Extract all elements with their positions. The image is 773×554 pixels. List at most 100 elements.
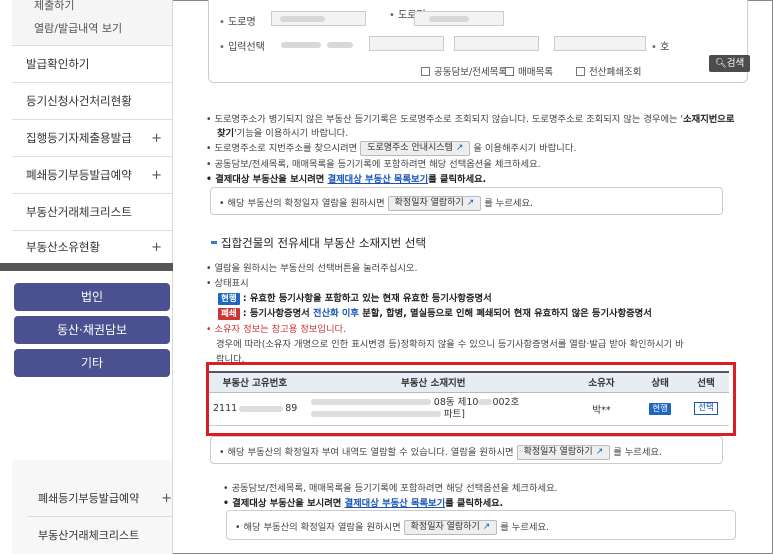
checkbox-joint-collateral[interactable]: 공동담보/전세목록	[421, 64, 507, 78]
status-badge-current: 현행	[218, 293, 240, 305]
sidebar-item-label: 부동산소유현황	[26, 240, 101, 254]
blurred-option	[281, 42, 321, 48]
sidebar-item-label: 폐쇄등기부등발급예약	[26, 168, 132, 182]
checkbox-label: 전산폐쇄조회	[589, 67, 642, 78]
confirm-date-box: • 해당 부동산의 확정일자 열람을 원하시면 확정일자 열람하기 ↗ 를 누르세…	[210, 187, 723, 215]
sidebar-item-label: 집행등기자제출용발급	[26, 131, 132, 145]
status-current-legend: 현행 : 유효한 등기사항을 포함하고 있는 현재 유효한 등기사항증명서	[218, 290, 492, 305]
blurred-option	[327, 42, 353, 48]
confirm-date-button-2[interactable]: 확정일자 열람하기 ↗	[516, 445, 611, 460]
note-text: 분할, 합병, 멸실등으로 인해 폐쇄되어 현재 유효하지 않은 등기사항증명서	[362, 308, 652, 319]
category-button-corporation[interactable]: 법인	[14, 283, 170, 311]
title-bar-icon	[211, 241, 217, 244]
note-road-address-cont: 찾기'기능을 이용하시기 바랍니다.	[217, 125, 348, 139]
note-text: 결제대상 부동산을 보시려면	[215, 174, 325, 185]
road-name-input[interactable]	[271, 11, 366, 26]
sidebar-item-checklist[interactable]: 부동산거래체크리스트	[12, 194, 172, 231]
sidebar-item-label: 등기신청사건처리현황	[26, 94, 132, 108]
confirm-date-box-3: • 해당 부동산의 확정일자 열람을 원하시면 확정일자 열람하기 ↗ 를 누르세…	[226, 510, 736, 540]
external-link-icon: ↗	[455, 143, 464, 153]
sidebar-sub-item[interactable]: 제출하기	[34, 0, 74, 13]
owner-note: • 소유자 정보는 참고용 정보입니다.	[206, 324, 347, 335]
category-button-other[interactable]: 기타	[14, 349, 170, 377]
note-text: : 등기사항증명서	[242, 308, 310, 319]
note-options: • 공동담보/전세목록, 매매목록을 등기기록에 포함하려면 해당 선택옵션을 …	[206, 159, 541, 170]
search-button-label: 검색	[726, 58, 745, 69]
external-link-icon: ↗	[466, 198, 475, 208]
checkbox-closed-search[interactable]: 전산폐쇄조회	[576, 64, 641, 78]
sidebar-item-case-status[interactable]: 등기신청사건처리현황	[12, 83, 172, 120]
plus-icon[interactable]: +	[151, 231, 162, 264]
lower-note-options: • 공동담보/전세목록, 매매목록을 등기기록에 포함하려면 해당 선택옵션을 …	[223, 483, 558, 494]
sidebar-item-label: 폐쇄등기부등발급예약	[38, 492, 140, 505]
sidebar-item-label: 발급확인하기	[26, 57, 90, 71]
note-text: 해당 부동산의 확정일자 부여 내역도 열람할 수 있습니다. 열람을 원하시면	[227, 447, 514, 458]
search-icon: 🔍︎	[714, 58, 727, 69]
road-name-label: 도로명	[219, 13, 256, 28]
plus-icon[interactable]: +	[151, 120, 162, 157]
search-button[interactable]: 🔍︎검색	[709, 55, 750, 72]
plus-icon[interactable]: +	[161, 480, 172, 517]
note-jibun: • 도로명주소로 지번주소를 찾으시려면 도로명주소 안내시스템 ↗ 을 이용해주…	[206, 141, 577, 156]
external-link-icon: ↗	[482, 522, 491, 532]
payment-list-link-2[interactable]: 결제대상 부동산 목록보기	[345, 498, 446, 509]
highlight-box	[206, 362, 736, 436]
button-label: 확정일자 열람하기	[394, 198, 464, 208]
ho-input[interactable]	[554, 36, 646, 51]
sidebar-item-closed-reservation[interactable]: 폐쇄등기부등발급예약 +	[12, 157, 172, 194]
plus-icon[interactable]: +	[151, 157, 162, 194]
sidebar-divider	[0, 263, 173, 271]
sidebar-sub-item[interactable]: 열람/발급내역 보기	[34, 20, 122, 36]
ho-suffix: 호	[651, 38, 669, 53]
note-text: '기능을 이용하시기 바랍니다.	[234, 128, 349, 139]
accuracy-note: 경우에 따라(소유자 개명으로 인한 표시변경 등)정확하지 않을 수 있으니 …	[216, 336, 684, 350]
checkbox-sales-list[interactable]: 매매목록	[505, 64, 553, 78]
note-text: 결제대상 부동산을 보시려면	[232, 498, 342, 509]
confirm-date-button[interactable]: 확정일자 열람하기 ↗	[387, 196, 482, 211]
status-closed-legend: 폐쇄 : 등기사항증명서 전산화 이후 분할, 합병, 멸실등으로 인해 폐쇄되…	[218, 305, 652, 320]
checkbox-label: 매매목록	[518, 67, 553, 78]
sidebar-item-issue-check[interactable]: 발급확인하기	[12, 46, 172, 83]
note-text: : 유효한 등기사항을 포함하고 있는 현재 유효한 등기사항증명서	[242, 293, 492, 304]
left-sidebar: 제출하기 열람/발급내역 보기 발급확인하기 등기신청사건처리현황 집행등기자제…	[0, 0, 173, 554]
payment-list-link[interactable]: 결제대상 부동산 목록보기	[328, 174, 429, 185]
main-content: 도로명 도로명 입력선택 호 공동담보/전세목록 매매목록 전산폐쇄조회 🔍︎검…	[173, 0, 773, 554]
search-panel: 도로명 도로명 입력선택 호 공동담보/전세목록 매매목록 전산폐쇄조회 🔍︎검…	[208, 0, 750, 83]
sidebar-item-label: 부동산거래체크리스트	[26, 205, 132, 219]
confirm-date-box-2: • 해당 부동산의 확정일자 부여 내역도 열람할 수 있습니다. 열람을 원하…	[210, 436, 723, 464]
confirm-date-button-3[interactable]: 확정일자 열람하기 ↗	[403, 520, 498, 535]
sidebar-item-label: 부동산거래체크리스트	[38, 529, 140, 542]
building-input[interactable]	[369, 36, 444, 51]
category-button-movable[interactable]: 동산·채권담보	[14, 316, 170, 344]
note-text: 도로명주소가 병기되지 않은 부동산 등기기록은 도로명주소로 조회되지 않습니…	[214, 114, 684, 125]
note-red: 소유자 정보는 참고용 정보입니다.	[214, 324, 347, 335]
instruction-select: • 열람을 원하시는 부동산의 선택버튼을 눌러주십시오.	[206, 263, 418, 274]
section-title-text: 집합건물의 전유세대 부동산 소재지번 선택	[221, 236, 427, 250]
button-label: 도로명주소 안내시스템	[367, 143, 453, 153]
button-label: 확정일자 열람하기	[523, 447, 593, 457]
note-payment: • 결제대상 부동산을 보시려면 결제대상 부동산 목록보기를 클릭하세요.	[206, 174, 487, 185]
input-select-label: 입력선택	[219, 38, 265, 53]
note-text: 를 누르세요.	[500, 522, 549, 533]
sidebar-item-closed-reservation-2[interactable]: 폐쇄등기부등발급예약 +	[28, 480, 172, 517]
status-badge-closed: 폐쇄	[218, 308, 240, 320]
road-name-input-2[interactable]	[414, 11, 504, 26]
note-text: 해당 부동산의 확정일자 열람을 원하시면	[227, 198, 385, 209]
sidebar-item-enforcement[interactable]: 집행등기자제출용발급 +	[12, 120, 172, 157]
note-text: 를 누르세요.	[613, 447, 662, 458]
dong-input[interactable]	[454, 36, 539, 51]
note-bold: 소재지번으로	[683, 114, 735, 125]
note-text: 열람을 원하시는 부동산의 선택버튼을 눌러주십시오.	[214, 263, 418, 274]
note-bold: 찾기	[217, 128, 235, 139]
road-address-system-button[interactable]: 도로명주소 안내시스템 ↗	[360, 141, 471, 156]
note-blue: 전산화 이후	[312, 308, 359, 319]
button-label: 확정일자 열람하기	[410, 522, 480, 532]
note-text: 공동담보/전세목록, 매매목록을 등기기록에 포함하려면 해당 선택옵션을 체크…	[214, 159, 541, 170]
note-text: 상태표시	[214, 278, 249, 289]
checkbox-label: 공동담보/전세목록	[434, 67, 508, 78]
note-text: 경우에 따라(소유자 개명으로 인한 표시변경 등)정확하지 않을 수 있으니 …	[216, 339, 684, 350]
sidebar-item-ownership[interactable]: 부동산소유현황 +	[12, 231, 172, 264]
sidebar-item-checklist-2[interactable]: 부동산거래체크리스트	[28, 517, 172, 554]
instruction-status: • 상태표시	[206, 278, 249, 289]
external-link-icon: ↗	[595, 447, 604, 457]
